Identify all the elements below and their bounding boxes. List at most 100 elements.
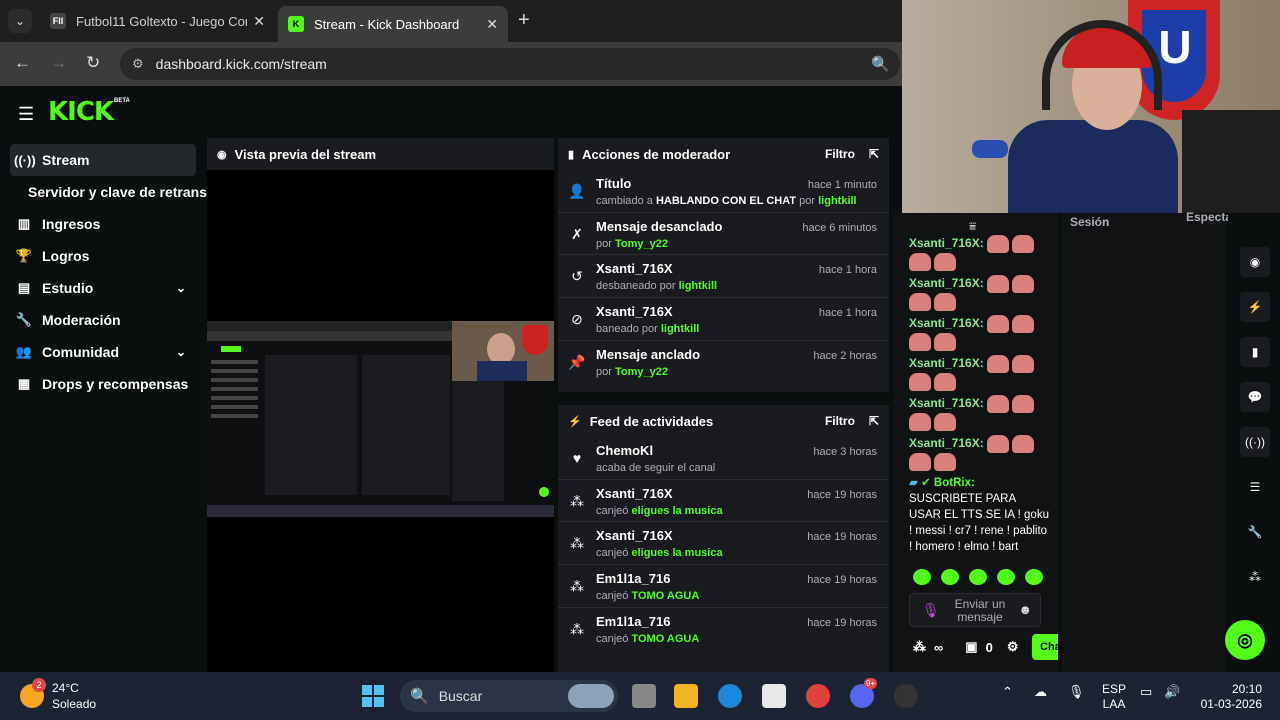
- item-title: Xsanti_716X: [596, 261, 673, 277]
- reload-icon[interactable]: ↻: [86, 53, 100, 73]
- gear-icon[interactable]: ⚙: [1007, 639, 1019, 655]
- sidebar-item-logros[interactable]: 🏆 Logros: [0, 240, 200, 272]
- url-text: dashboard.kick.com/stream: [155, 56, 327, 72]
- document-icon[interactable]: ▮: [1240, 337, 1270, 367]
- emote-button[interactable]: [1025, 569, 1043, 585]
- filter-button[interactable]: Filtro: [825, 147, 855, 161]
- back-icon[interactable]: ←: [14, 53, 31, 73]
- popout-icon[interactable]: ⇱: [869, 147, 879, 161]
- microphone-icon[interactable]: 🎙: [922, 602, 940, 619]
- chat-icon[interactable]: 💬: [1240, 382, 1270, 412]
- list-item[interactable]: 👤 Título cambiado a HABLANDO CON EL CHAT…: [558, 170, 889, 213]
- taskbar-search[interactable]: 🔍 Buscar: [400, 680, 618, 712]
- close-tab-icon[interactable]: ✕: [253, 13, 265, 30]
- url-input[interactable]: ⚙ dashboard.kick.com/stream 🔍: [120, 48, 900, 80]
- layout-icon: ▤: [17, 280, 31, 295]
- sidebar-item-moderacion[interactable]: 🔧 Moderación: [0, 304, 200, 336]
- points-icon[interactable]: ⁂: [1240, 562, 1270, 592]
- tab-search-button[interactable]: ⌄: [8, 9, 32, 33]
- item-time: hace 1 minuto: [807, 179, 877, 191]
- chat-message[interactable]: Xsanti_716X:: [909, 355, 1034, 373]
- emote-button[interactable]: [941, 569, 959, 585]
- send-chat-button[interactable]: Cha: [1032, 634, 1061, 660]
- volume-icon[interactable]: 🔊: [1164, 684, 1180, 700]
- sidebar-item-label: Drops y recompensas: [42, 376, 189, 392]
- list-item[interactable]: ⁂ Em1l1a_716 canjeó TOMO AGUA hace 19 ho…: [558, 608, 889, 651]
- edge-icon[interactable]: [718, 684, 742, 708]
- session-tab[interactable]: Sesión: [1070, 215, 1109, 229]
- list-item[interactable]: ⁂ Xsanti_716X canjeó eligues la musica h…: [558, 522, 889, 566]
- language-indicator[interactable]: ESP LAA: [1102, 682, 1126, 712]
- bot-message[interactable]: ▰ ✔ BotRix: SUSCRIBETE PARA USAR EL TTS …: [909, 475, 1049, 555]
- cloud-icon[interactable]: ☁: [1034, 684, 1047, 700]
- sidebar-item-stream[interactable]: ((·)) Stream: [10, 144, 196, 176]
- browser-tab-futbol11[interactable]: FII Futbol11 Goltexto - Juego Con ✕: [40, 6, 275, 36]
- popout-icon[interactable]: ⇱: [869, 414, 879, 428]
- site-info-icon[interactable]: ⚙: [132, 56, 144, 72]
- sidebar-item-comunidad[interactable]: 👥 Comunidad ⌄: [0, 336, 200, 368]
- preview-icon[interactable]: ◉: [1240, 247, 1270, 277]
- close-tab-icon[interactable]: ✕: [486, 16, 498, 33]
- gift-icon[interactable]: ▣: [965, 639, 977, 655]
- sidebar-item-ingresos[interactable]: ▥ Ingresos: [0, 208, 200, 240]
- browser-tab-kick-dashboard[interactable]: K Stream - Kick Dashboard ✕: [278, 6, 508, 42]
- discord-icon[interactable]: 9+: [850, 678, 878, 708]
- chevron-up-icon[interactable]: ⌃: [1002, 684, 1013, 700]
- sidebar-item-drops[interactable]: ▦ Drops y recompensas: [0, 368, 200, 400]
- stream-video[interactable]: [207, 170, 554, 672]
- obs-icon[interactable]: [894, 684, 918, 708]
- headset-support-button[interactable]: ◎: [1225, 620, 1265, 660]
- wrench-icon[interactable]: 🔧: [1240, 517, 1270, 547]
- chat-message[interactable]: Xsanti_716X:: [909, 275, 1034, 293]
- list-item[interactable]: ⊘ Xsanti_716X baneado por lightkill hace…: [558, 298, 889, 341]
- sidebar-item-estudio[interactable]: ▤ Estudio ⌄: [0, 272, 200, 304]
- bolt-icon[interactable]: ⚡: [1240, 292, 1270, 322]
- item-subtitle: canjeó eligues la musica: [596, 547, 723, 560]
- zoom-icon[interactable]: 🔍: [871, 55, 890, 73]
- chevron-down-icon[interactable]: ⌄: [176, 281, 186, 295]
- item-time: hace 3 horas: [813, 446, 877, 458]
- task-view-icon[interactable]: [632, 684, 656, 708]
- list-item[interactable]: ♥ ChemoKl acaba de seguir el canal hace …: [558, 437, 889, 480]
- forward-icon[interactable]: →: [50, 53, 67, 73]
- item-subtitle: baneado por lightkill: [596, 323, 700, 336]
- chat-input[interactable]: 🎙 Enviar un mensaje ☻: [909, 593, 1041, 627]
- windows-start-icon[interactable]: [362, 685, 384, 707]
- store-icon[interactable]: [762, 684, 786, 708]
- chat-message[interactable]: Xsanti_716X:: [909, 435, 1034, 453]
- weather-widget[interactable]: 2 24°C Soleado: [20, 678, 96, 712]
- list-item[interactable]: ⁂ Xsanti_716X canjeó eligues la musica h…: [558, 480, 889, 523]
- sidebar-item-label: Ingresos: [42, 216, 101, 232]
- viewers-tab[interactable]: Especta: [1186, 210, 1232, 224]
- chevron-down-icon[interactable]: ⌄: [176, 345, 186, 359]
- list-item[interactable]: ✗ Mensaje desanclado por Tomy_y22 hace 6…: [558, 213, 889, 256]
- list-item[interactable]: 📌 Mensaje anclado por Tomy_y22 hace 2 ho…: [558, 341, 889, 384]
- kick-logo[interactable]: KICK: [48, 97, 114, 127]
- sliders-icon[interactable]: ☰: [1240, 472, 1270, 502]
- sidebar-item-server-key[interactable]: Servidor y clave de retransm: [0, 176, 219, 208]
- emote-button[interactable]: [913, 569, 931, 585]
- emote-button[interactable]: [969, 569, 987, 585]
- list-item[interactable]: ⁂ Em1l1a_716 canjeó TOMO AGUA hace 19 ho…: [558, 565, 889, 608]
- item-time: hace 1 hora: [818, 264, 877, 277]
- network-icon[interactable]: ▭: [1140, 684, 1152, 700]
- menu-icon[interactable]: ☰: [18, 104, 34, 125]
- panel-header: ◉ Vista previa del stream: [207, 138, 554, 170]
- clock[interactable]: 20:10 01-03-2026: [1196, 682, 1262, 712]
- chat-message[interactable]: Xsanti_716X:: [909, 395, 1034, 413]
- filter-button[interactable]: Filtro: [825, 414, 855, 428]
- broadcast-icon[interactable]: ((·)): [1240, 427, 1270, 457]
- chat-message[interactable]: Xsanti_716X:: [909, 315, 1034, 333]
- emote-button[interactable]: [997, 569, 1015, 585]
- chrome-icon[interactable]: [806, 684, 830, 708]
- item-subtitle: desbaneado por lightkill: [596, 280, 718, 293]
- item-title: Xsanti_716X: [596, 304, 673, 320]
- microphone-icon[interactable]: 🎙: [1068, 684, 1085, 700]
- file-explorer-icon[interactable]: [674, 684, 698, 708]
- emoji-icon[interactable]: ☻: [1018, 602, 1032, 617]
- new-tab-button[interactable]: +: [518, 9, 530, 32]
- chat-message[interactable]: Xsanti_716X:: [909, 235, 1034, 253]
- list-item[interactable]: ↺ Xsanti_716X desbaneado por lightkill h…: [558, 255, 889, 299]
- channel-points-icon[interactable]: ⁂: [913, 639, 926, 655]
- pinned-toggle-icon[interactable]: ⩸: [969, 219, 976, 234]
